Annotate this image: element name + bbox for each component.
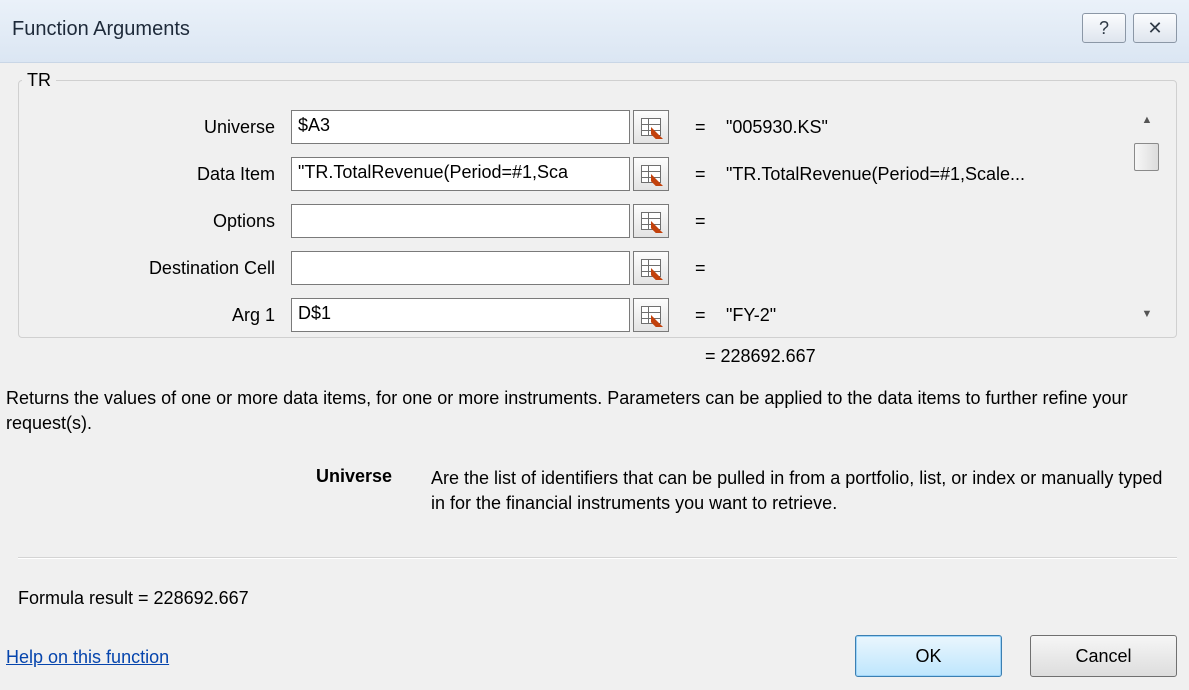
arg-1-result: "FY-2" <box>726 305 777 325</box>
equals-sign: = <box>695 117 706 137</box>
range-select-icon <box>641 306 663 327</box>
data-item-input[interactable]: "TR.TotalRevenue(Period=#1,Sca <box>291 157 630 191</box>
arguments-scrollbar[interactable]: ▲ ▼ <box>1129 100 1165 330</box>
options-ref-button[interactable] <box>633 204 669 238</box>
range-select-icon <box>641 212 663 233</box>
options-input[interactable] <box>291 204 630 238</box>
title-bar: Function Arguments ? ✕ <box>0 0 1189 63</box>
scroll-down-icon[interactable]: ▼ <box>1129 302 1165 326</box>
range-select-icon <box>641 118 663 139</box>
arg-label-destination-cell: Destination Cell <box>148 258 275 278</box>
data-item-ref-button[interactable] <box>633 157 669 191</box>
range-select-icon <box>641 165 663 186</box>
question-icon: ? <box>1098 17 1109 38</box>
parameter-description: Are the list of identifiers that can be … <box>431 468 1163 513</box>
destination-cell-ref-button[interactable] <box>633 251 669 285</box>
window-title: Function Arguments <box>12 18 190 40</box>
equals-sign: = <box>695 305 706 325</box>
cancel-button[interactable]: Cancel <box>1030 635 1177 677</box>
equals-sign: = <box>695 211 706 231</box>
arg-label-options: Options <box>212 211 275 231</box>
formula-result: Formula result = 228692.667 <box>18 588 249 608</box>
universe-ref-button[interactable] <box>633 110 669 144</box>
equals-sign: = <box>695 258 706 278</box>
universe-input[interactable]: $A3 <box>291 110 630 144</box>
equals-sign: = <box>695 164 706 184</box>
universe-result: "005930.KS" <box>726 117 828 137</box>
ok-button[interactable]: OK <box>855 635 1002 677</box>
scroll-up-icon[interactable]: ▲ <box>1129 108 1165 132</box>
arg-label-arg-1: Arg 1 <box>231 305 275 325</box>
arg-1-input[interactable]: D$1 <box>291 298 630 332</box>
divider <box>18 557 1177 559</box>
close-icon: ✕ <box>1147 17 1163 38</box>
data-item-result: "TR.TotalRevenue(Period=#1,Scale... <box>726 164 1026 184</box>
close-button[interactable]: ✕ <box>1133 13 1177 43</box>
help-on-function-link[interactable]: Help on this function <box>6 647 169 668</box>
function-result: = 228692.667 <box>705 346 816 366</box>
group-label: TR <box>22 70 56 91</box>
arg-label-universe: Universe <box>203 117 275 137</box>
arg-label-data-item: Data Item <box>196 164 275 184</box>
scrollbar-thumb[interactable] <box>1134 143 1159 171</box>
parameter-name: Universe <box>316 466 393 486</box>
arg-1-ref-button[interactable] <box>633 298 669 332</box>
function-description: Returns the values of one or more data i… <box>6 388 1128 433</box>
help-button[interactable]: ? <box>1082 13 1126 43</box>
destination-cell-input[interactable] <box>291 251 630 285</box>
range-select-icon <box>641 259 663 280</box>
